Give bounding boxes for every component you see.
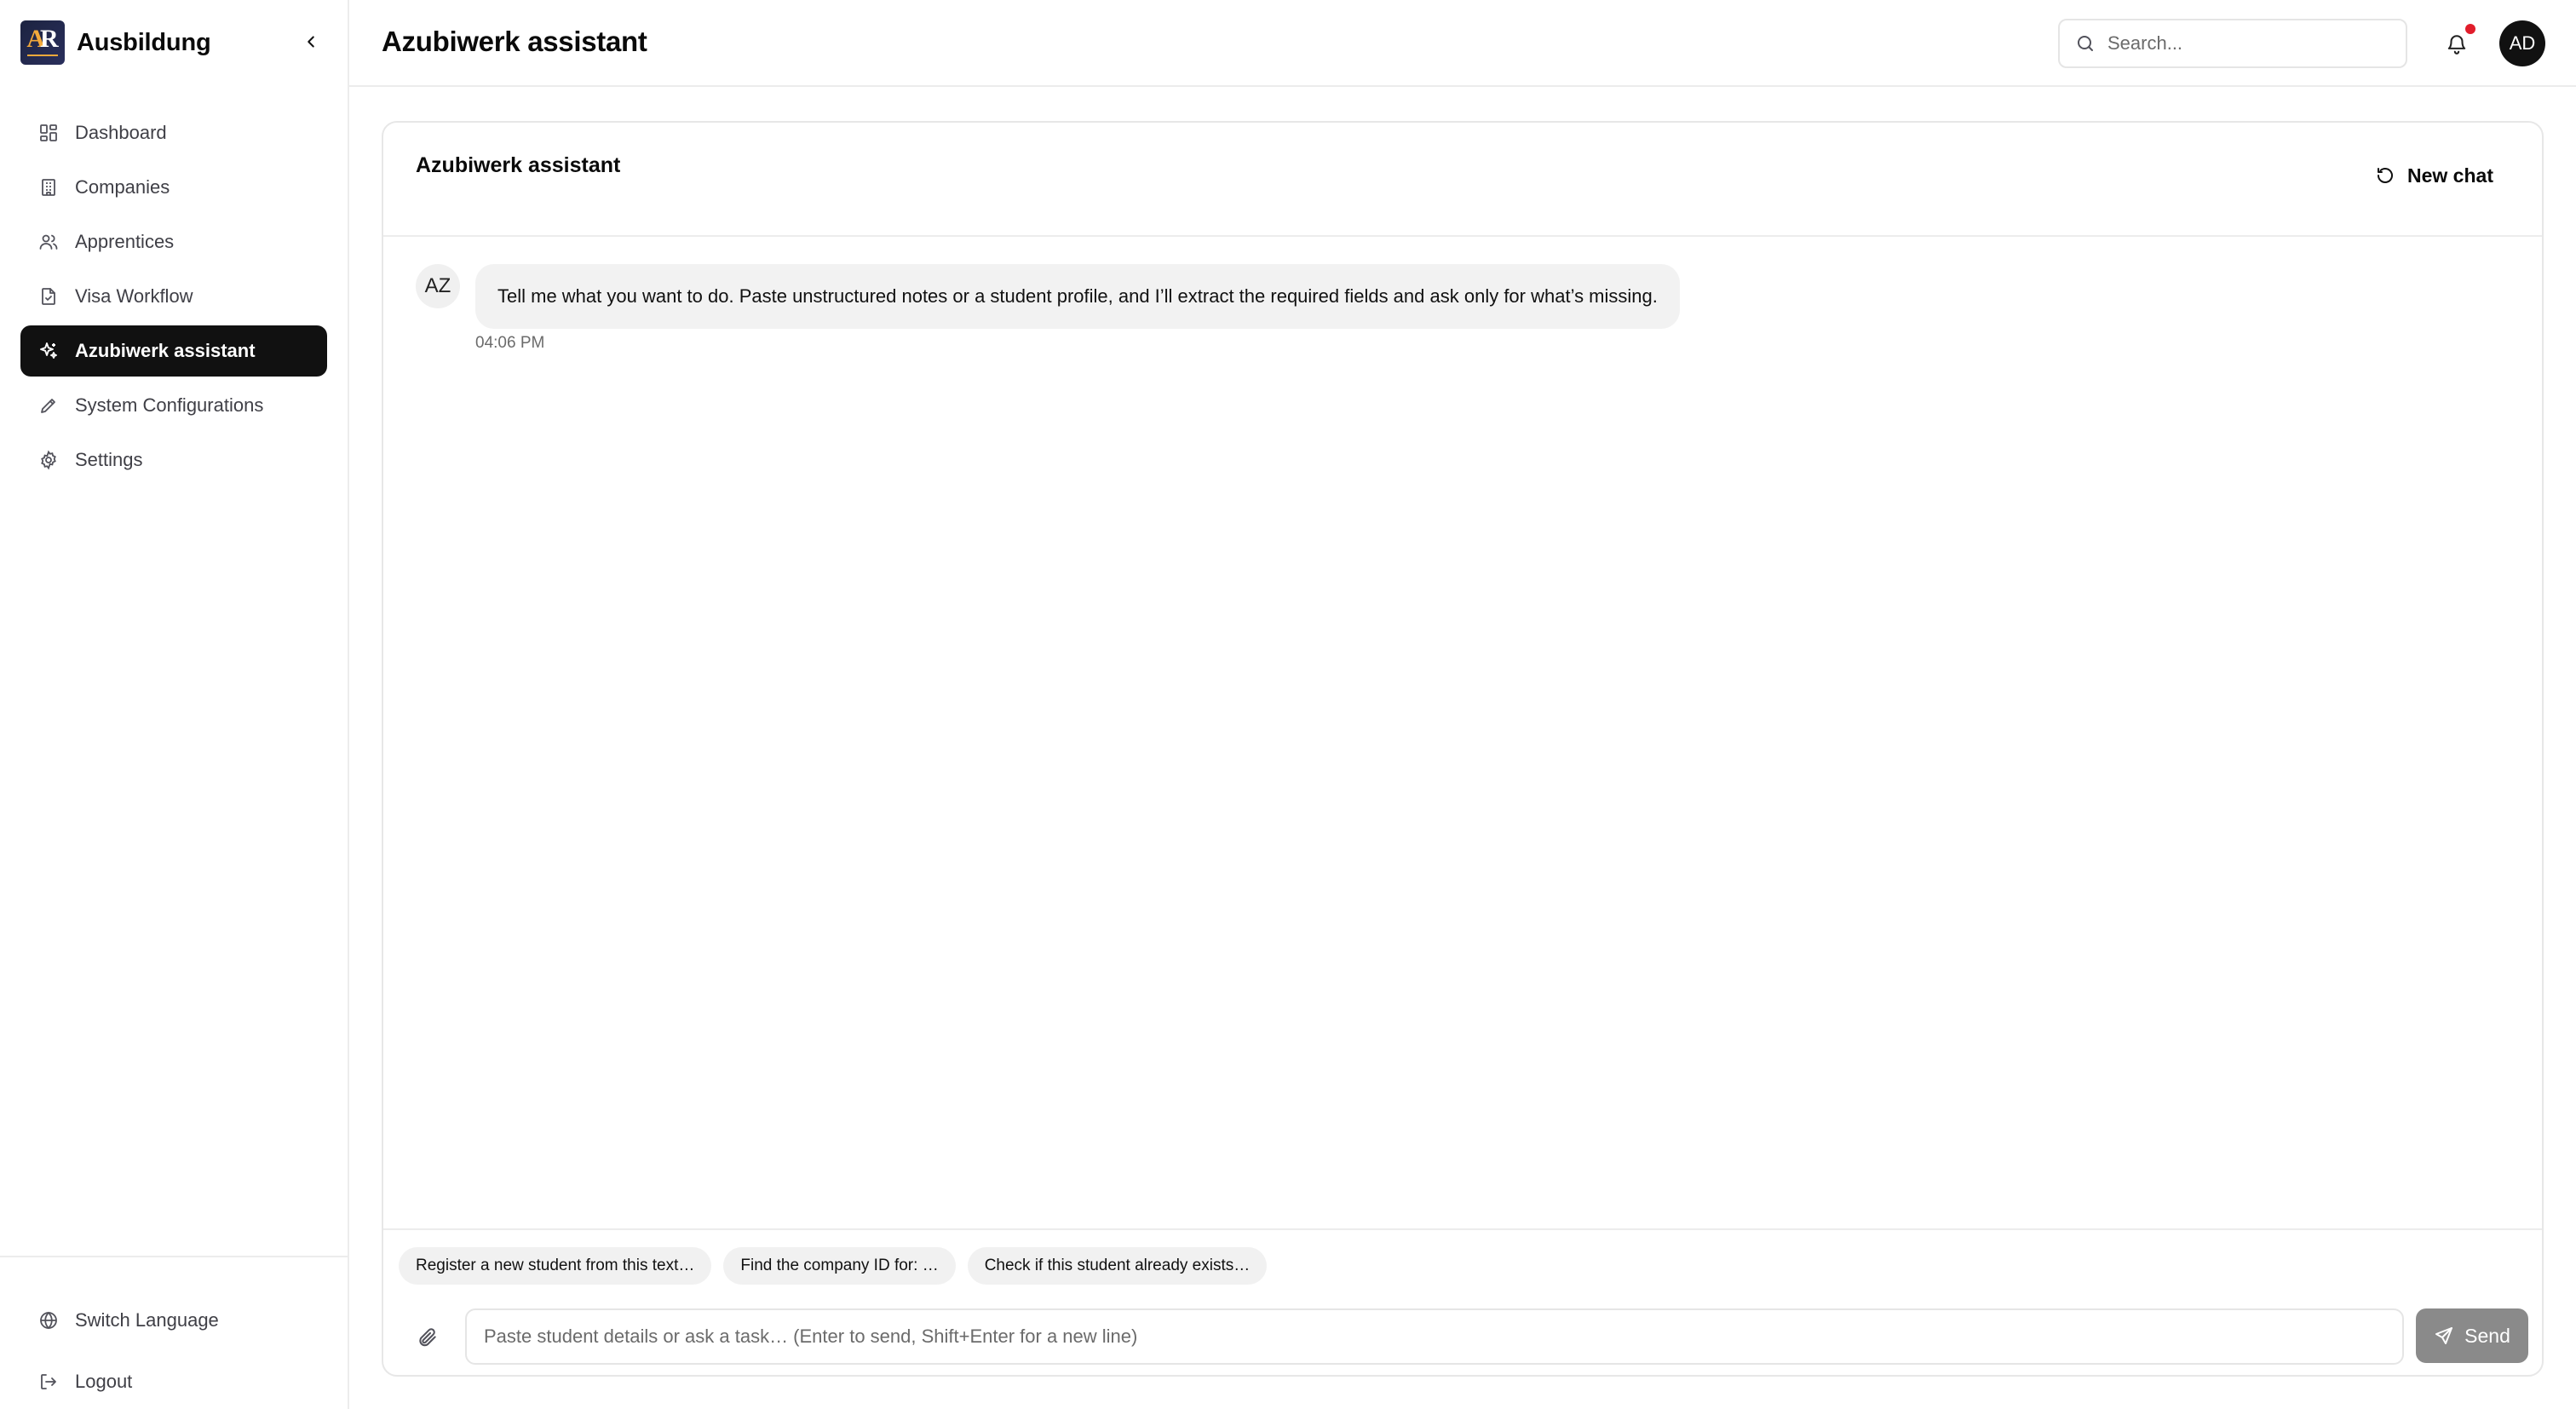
refresh-icon: [2375, 165, 2395, 186]
suggestion-chips: Register a new student from this text… F…: [399, 1247, 1279, 1285]
brand-name: Ausbildung: [77, 28, 211, 56]
sidebar-item-system-configurations[interactable]: System Configurations: [20, 380, 327, 431]
collapse-sidebar-button[interactable]: [298, 29, 324, 55]
sidebar-item-label: System Configurations: [75, 394, 264, 416]
send-button[interactable]: Send: [2416, 1308, 2528, 1363]
chat-title: Azubiwerk assistant: [416, 153, 621, 177]
paperclip-icon: [419, 1328, 436, 1347]
sidebar-item-apprentices[interactable]: Apprentices: [20, 216, 327, 267]
chat-header: Azubiwerk assistant New chat: [383, 123, 2542, 237]
send-icon: [2434, 1326, 2454, 1346]
chat-composer: Register a new student from this text… F…: [383, 1228, 2542, 1378]
sidebar-item-label: Azubiwerk assistant: [75, 340, 256, 361]
assistant-avatar: AZ: [416, 264, 460, 308]
building-icon: [37, 176, 60, 198]
top-header: Azubiwerk assistant AD: [349, 0, 2576, 87]
ar-logo-icon: AR: [20, 20, 65, 65]
sidebar-nav: Dashboard Companies Apprentices Visa Wor…: [20, 107, 327, 489]
message-timestamp: 04:06 PM: [475, 334, 545, 352]
pencil-icon: [37, 394, 60, 417]
sidebar-item-label: Apprentices: [75, 231, 175, 252]
user-avatar[interactable]: AD: [2499, 20, 2545, 66]
sidebar-item-companies[interactable]: Companies: [20, 162, 327, 213]
search-icon: [2078, 36, 2093, 51]
gear-icon: [37, 449, 60, 471]
search-box[interactable]: [2058, 19, 2407, 68]
new-chat-button[interactable]: New chat: [2360, 157, 2509, 194]
sidebar-item-label: Dashboard: [75, 122, 167, 143]
grid-icon: [37, 122, 60, 144]
switch-language-button[interactable]: Switch Language: [37, 1303, 219, 1337]
sidebar-footer: Switch Language Logout: [0, 1256, 349, 1409]
chevron-left-icon: [308, 36, 314, 48]
suggestion-chip[interactable]: Check if this student already exists…: [967, 1247, 1268, 1285]
send-label: Send: [2464, 1324, 2510, 1347]
sidebar-item-label: Companies: [75, 176, 170, 198]
chat-panel: Azubiwerk assistant New chat AZ Tell me …: [382, 121, 2544, 1377]
sidebar-item-label: Visa Workflow: [75, 285, 193, 307]
attach-button[interactable]: [411, 1320, 445, 1354]
page-title: Azubiwerk assistant: [382, 26, 647, 57]
users-icon: [37, 231, 60, 253]
message-input[interactable]: [465, 1308, 2404, 1365]
assistant-message: Tell me what you want to do. Paste unstr…: [475, 264, 1680, 329]
logout-icon: [37, 1371, 60, 1393]
sidebar-item-settings[interactable]: Settings: [20, 434, 327, 486]
sidebar-item-azubiwerk-assistant[interactable]: Azubiwerk assistant: [20, 325, 327, 377]
sidebar-item-visa-workflow[interactable]: Visa Workflow: [20, 271, 327, 322]
notification-badge: [2465, 24, 2475, 34]
bell-icon: [2447, 35, 2466, 55]
logout-label: Logout: [75, 1371, 133, 1392]
sidebar-item-dashboard[interactable]: Dashboard: [20, 107, 327, 158]
switch-language-label: Switch Language: [75, 1309, 219, 1331]
suggestion-chip[interactable]: Find the company ID for: …: [723, 1247, 956, 1285]
brand[interactable]: AR Ausbildung: [20, 20, 211, 65]
sidebar: AR Ausbildung Dashboard Companies Appren…: [0, 0, 349, 1409]
globe-icon: [37, 1309, 60, 1331]
file-check-icon: [37, 285, 60, 308]
logout-button[interactable]: Logout: [37, 1365, 132, 1399]
sidebar-item-label: Settings: [75, 449, 143, 470]
suggestion-chip[interactable]: Register a new student from this text…: [399, 1247, 712, 1285]
sparkles-icon: [37, 340, 60, 362]
search-input[interactable]: [2107, 32, 2397, 55]
new-chat-label: New chat: [2407, 164, 2493, 187]
